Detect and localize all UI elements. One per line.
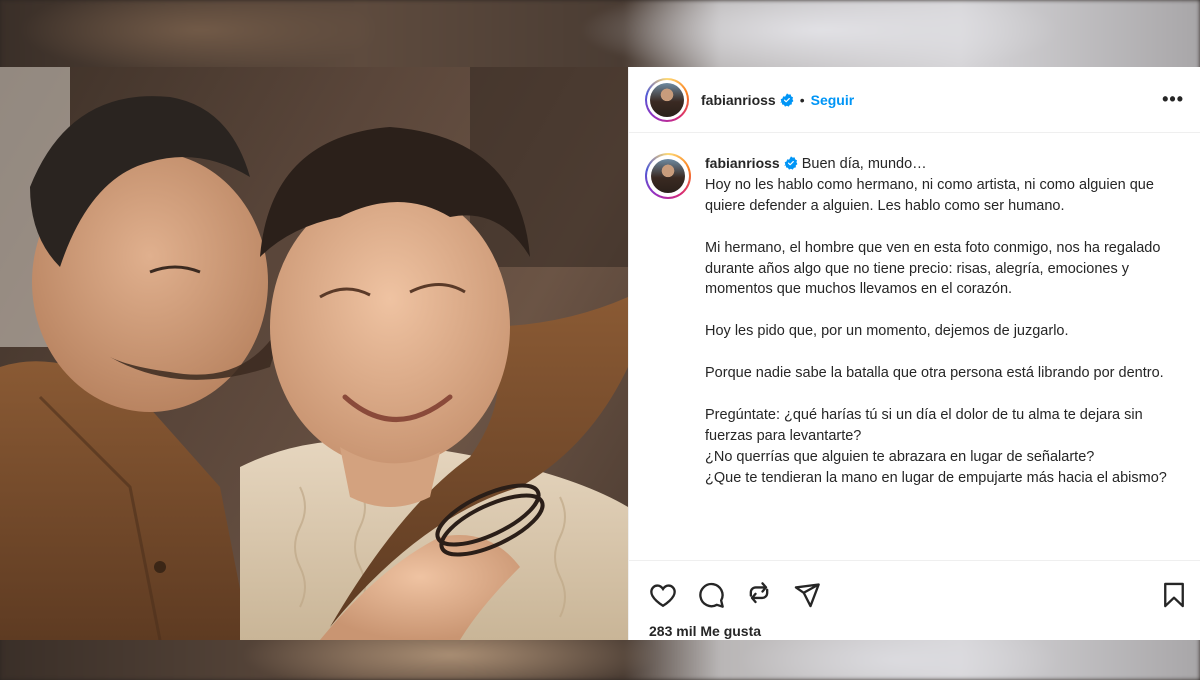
user-avatar[interactable]	[645, 77, 689, 122]
header-username[interactable]: fabianrioss	[701, 92, 776, 108]
caption-username[interactable]: fabianrioss	[705, 155, 780, 171]
more-options-icon[interactable]: •••	[1162, 89, 1184, 110]
likes-count[interactable]: 283 mil Me gusta	[629, 622, 1200, 640]
photo-illustration	[0, 67, 628, 640]
post-photo[interactable]	[0, 67, 628, 640]
verified-badge-icon	[784, 156, 798, 170]
avatar-ring-inner	[647, 155, 689, 197]
caption-opening: Buen día, mundo…	[801, 156, 927, 172]
caption-first-paragraph: fabianrioss Buen día, mundo… Hoy no les …	[705, 153, 1175, 217]
caption-paragraph: Hoy les pido que, por un momento, dejemo…	[705, 323, 1069, 340]
caption-paragraph: Pregúntate: ¿qué harías tú si un día el …	[705, 406, 1143, 444]
caption-paragraph: ¿No querrías que alguien te abrazara en …	[705, 448, 1095, 465]
caption-paragraph: ¿Que te tendieran la mano en lugar de em…	[705, 469, 1167, 486]
follow-button[interactable]: Seguir	[811, 92, 855, 108]
heart-icon[interactable]	[649, 581, 677, 609]
post-header: fabianrioss • Seguir •••	[629, 67, 1200, 133]
avatar-photo	[651, 159, 685, 193]
post-sidebar: fabianrioss • Seguir ••• fabianrioss Bue…	[628, 67, 1200, 640]
post-caption: fabianrioss Buen día, mundo… Hoy no les …	[705, 153, 1175, 560]
caption-question-block: Pregúntate: ¿qué harías tú si un día el …	[705, 405, 1175, 489]
caption-paragraph: Hoy no les hablo como hermano, ni como a…	[705, 176, 1154, 214]
post-actions-bar	[629, 560, 1200, 622]
caption-paragraph: Mi hermano, el hombre que ven en esta fo…	[705, 239, 1161, 298]
comment-icon[interactable]	[697, 581, 725, 609]
avatar-photo	[650, 82, 684, 117]
instagram-post: fabianrioss • Seguir ••• fabianrioss Bue…	[0, 67, 1200, 640]
caption-avatar[interactable]	[645, 153, 691, 199]
separator-dot: •	[799, 91, 805, 108]
repost-icon[interactable]	[745, 581, 773, 609]
caption-paragraph: Porque nadie sabe la batalla que otra pe…	[705, 365, 1164, 382]
caption-area: fabianrioss Buen día, mundo… Hoy no les …	[629, 133, 1200, 560]
avatar-ring-inner	[647, 79, 687, 120]
share-icon[interactable]	[793, 581, 821, 609]
verified-badge-icon	[780, 92, 794, 107]
bookmark-icon[interactable]	[1160, 581, 1188, 609]
